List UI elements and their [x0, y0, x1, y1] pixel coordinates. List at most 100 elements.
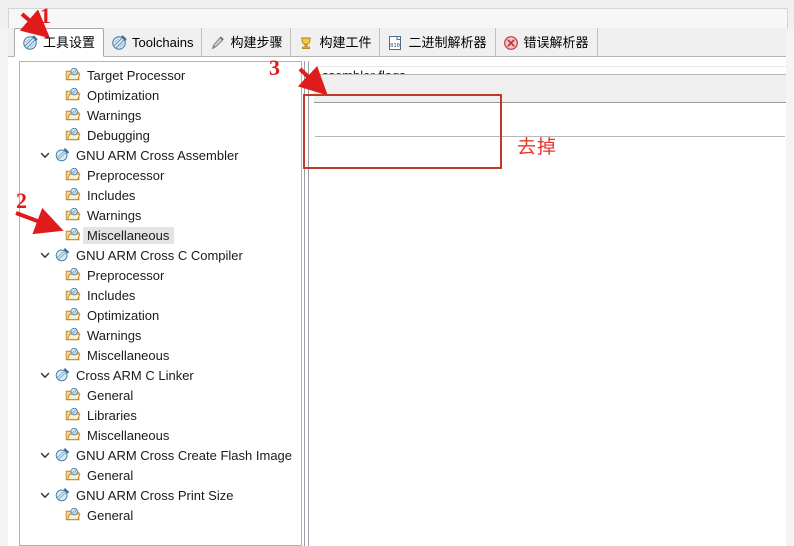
folder-icon	[65, 87, 81, 103]
folder-icon	[65, 107, 81, 123]
tab-2[interactable]: Toolchains	[104, 28, 203, 57]
tree-item-miscellaneous[interactable]: Miscellaneous	[20, 425, 301, 445]
tree-item-label: Optimization	[87, 87, 160, 103]
tab-label: 二进制解析器	[408, 35, 487, 50]
toolchain-icon	[54, 447, 70, 463]
tree-item-debugging[interactable]: Debugging	[20, 125, 301, 145]
folder-icon	[65, 427, 81, 443]
chevron-down-icon[interactable]	[38, 448, 52, 462]
folder-icon	[65, 347, 81, 363]
tab-folder-top-edge	[8, 8, 788, 29]
settings-tree-panel[interactable]: Target Processor Optimization Warnings Debu…	[19, 61, 302, 546]
tree-item-label: Warnings	[87, 107, 142, 123]
tree-item-label: Miscellaneous	[87, 347, 170, 363]
error-parser-icon	[503, 35, 519, 51]
tree-item-gnu-arm-cross-c-compiler[interactable]: GNU ARM Cross C Compiler	[20, 245, 301, 265]
tree-item-label: Miscellaneous	[87, 427, 170, 443]
tab-5[interactable]: 010 二进制解析器	[380, 28, 496, 57]
tree-item-warnings[interactable]: Warnings	[20, 105, 301, 125]
chevron-down-icon[interactable]	[38, 148, 52, 162]
chevron-down-icon[interactable]	[38, 248, 52, 262]
tree-item-label: Preprocessor	[87, 167, 165, 183]
svg-text:010: 010	[391, 43, 401, 49]
folder-icon	[65, 387, 81, 403]
tree-item-preprocessor[interactable]: Preprocessor	[20, 165, 301, 185]
tree-item-cross-arm-c-linker[interactable]: Cross ARM C Linker	[20, 365, 301, 385]
toolchain-icon	[54, 487, 70, 503]
tree-item-label: Includes	[87, 287, 136, 303]
dialog-top-strip	[0, 0, 794, 29]
folder-icon	[65, 167, 81, 183]
tree-item-gnu-arm-cross-create-flash-image[interactable]: GNU ARM Cross Create Flash Image	[20, 445, 301, 465]
folder-icon	[65, 207, 81, 223]
toolchain-icon	[54, 147, 70, 163]
tree-item-label: Optimization	[87, 307, 160, 323]
folder-icon	[65, 227, 81, 243]
tab-content-area: Target Processor Optimization Warnings Debu…	[8, 57, 786, 546]
tree-item-label: Target Processor	[87, 67, 186, 83]
tool-settings-icon	[22, 35, 38, 51]
folder-icon	[65, 327, 81, 343]
tool-settings-tabbar: 工具设置 Toolchains 构建步骤 构建工件 010 二进制解析器 错误解析器	[8, 28, 786, 57]
tree-item-includes[interactable]: Includes	[20, 285, 301, 305]
tree-item-label: Warnings	[87, 207, 142, 223]
tab-label: 工具设置	[43, 35, 96, 50]
option-detail-panel: ssembler flags	[314, 61, 786, 546]
assembler-flags-input[interactable]	[315, 104, 785, 137]
tab-6[interactable]: 错误解析器	[496, 28, 598, 57]
tab-label: 构建工件	[319, 35, 372, 50]
tree-item-label: General	[87, 467, 134, 483]
tree-item-miscellaneous[interactable]: Miscellaneous	[20, 225, 301, 245]
tree-item-optimization[interactable]: Optimization	[20, 305, 301, 325]
folder-icon	[65, 127, 81, 143]
tree-item-general[interactable]: General	[20, 505, 301, 525]
toolchain-icon	[54, 247, 70, 263]
tree-item-optimization[interactable]: Optimization	[20, 85, 301, 105]
tree-item-general[interactable]: General	[20, 385, 301, 405]
tree-item-label: Preprocessor	[87, 267, 165, 283]
assembler-flags-row	[314, 74, 786, 103]
tab-label: 错误解析器	[523, 35, 589, 50]
tree-item-label: GNU ARM Cross Print Size	[76, 487, 234, 503]
tree-item-includes[interactable]: Includes	[20, 185, 301, 205]
tree-item-label: Warnings	[87, 327, 142, 343]
tree-item-label: GNU ARM Cross Assembler	[76, 147, 239, 163]
tree-item-gnu-arm-cross-assembler[interactable]: GNU ARM Cross Assembler	[20, 145, 301, 165]
tree-item-label: Miscellaneous	[83, 226, 175, 244]
panel-divider-line	[314, 66, 786, 67]
build-artifact-icon	[298, 35, 314, 51]
folder-icon	[65, 267, 81, 283]
tree-item-warnings[interactable]: Warnings	[20, 325, 301, 345]
panel-sash[interactable]	[302, 61, 314, 546]
tree-item-label: GNU ARM Cross Create Flash Image	[76, 447, 293, 463]
tree-item-label: Libraries	[87, 407, 137, 423]
tree-item-preprocessor[interactable]: Preprocessor	[20, 265, 301, 285]
folder-icon	[65, 407, 81, 423]
tab-1[interactable]: 工具设置	[14, 28, 105, 57]
tree-item-label: GNU ARM Cross C Compiler	[76, 247, 243, 263]
tab-3[interactable]: 构建步骤	[202, 28, 292, 57]
tree-item-label: Includes	[87, 187, 136, 203]
folder-icon	[65, 187, 81, 203]
tree-item-label: Debugging	[87, 127, 150, 143]
tree-item-libraries[interactable]: Libraries	[20, 405, 301, 425]
folder-icon	[65, 507, 81, 523]
tab-label: Toolchains	[132, 35, 194, 50]
tree-item-gnu-arm-cross-print-size[interactable]: GNU ARM Cross Print Size	[20, 485, 301, 505]
binary-parser-icon: 010	[387, 35, 403, 51]
chevron-down-icon[interactable]	[38, 368, 52, 382]
tab-4[interactable]: 构建工件	[291, 28, 381, 57]
tree-item-label: Cross ARM C Linker	[76, 367, 194, 383]
folder-icon	[65, 287, 81, 303]
settings-tree: Target Processor Optimization Warnings Debu…	[20, 65, 301, 525]
tree-item-miscellaneous[interactable]: Miscellaneous	[20, 345, 301, 365]
tree-item-warnings[interactable]: Warnings	[20, 205, 301, 225]
tree-item-label: General	[87, 507, 134, 523]
tab-label: 构建步骤	[230, 35, 283, 50]
properties-dialog: 工具设置 Toolchains 构建步骤 构建工件 010 二进制解析器 错误解析器 Tar…	[0, 0, 794, 546]
chevron-down-icon[interactable]	[38, 488, 52, 502]
tree-item-general[interactable]: General	[20, 465, 301, 485]
tree-item-target-processor[interactable]: Target Processor	[20, 65, 301, 85]
tab-list: 工具设置 Toolchains 构建步骤 构建工件 010 二进制解析器 错误解析器	[14, 28, 598, 57]
toolchain-icon	[54, 367, 70, 383]
